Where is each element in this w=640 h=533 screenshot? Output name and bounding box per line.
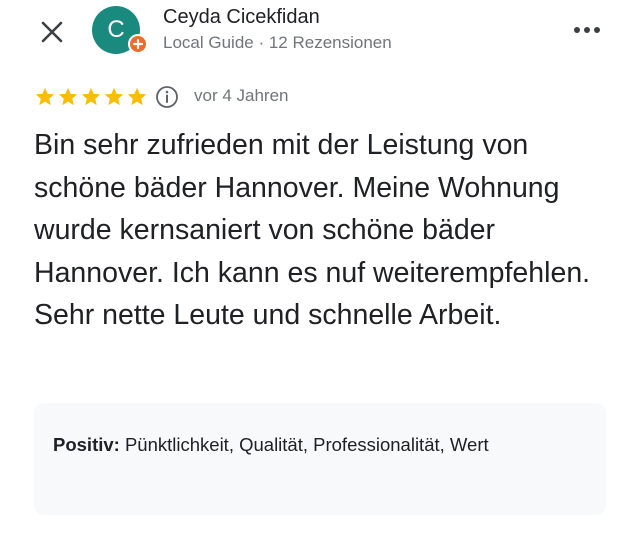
more-horizontal-icon [574, 27, 600, 33]
review-attributes: Positiv: Pünktlichkeit, Qualität, Profes… [34, 403, 606, 515]
star-icon [127, 87, 147, 106]
attributes-values: Pünktlichkeit, Qualität, Professionalitä… [124, 434, 489, 455]
user-meta: Local Guide · 12 Rezensionen [163, 33, 392, 52]
info-icon[interactable] [155, 85, 179, 109]
star-icon [104, 87, 124, 106]
review-header: C Ceyda Cicekfidan Local Guide · 12 Reze… [0, 0, 640, 80]
star-icon [58, 87, 78, 106]
more-options-button[interactable] [568, 18, 608, 42]
close-icon [41, 21, 63, 43]
local-guide-badge-icon [128, 34, 148, 54]
rating-row: vor 4 Jahren [34, 84, 594, 110]
user-name[interactable]: Ceyda Cicekfidan [163, 6, 320, 29]
review-date: vor 4 Jahren [194, 86, 289, 105]
star-icon [35, 87, 55, 106]
attributes-label: Positiv: [53, 434, 120, 455]
close-button[interactable] [36, 16, 68, 48]
star-icon [81, 87, 101, 106]
review-text: Bin sehr zufrieden mit der Leistung von … [34, 129, 591, 331]
attributes-text: Positiv: Pünktlichkeit, Qualität, Profes… [53, 431, 573, 458]
